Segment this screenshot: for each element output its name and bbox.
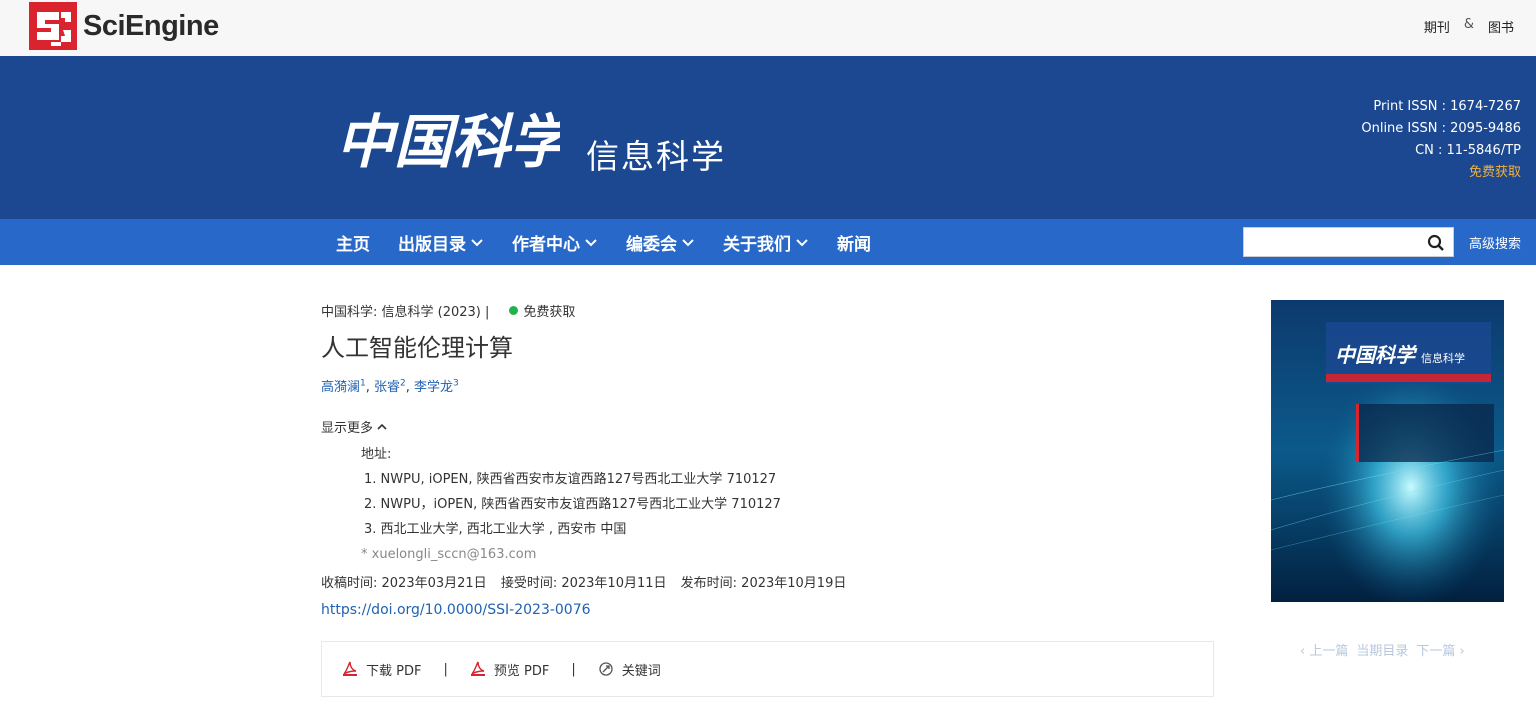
- chevron-down-icon: [471, 239, 483, 247]
- advanced-search-link[interactable]: 高级搜索: [1469, 233, 1521, 252]
- search-input[interactable]: [1244, 228, 1424, 256]
- preview-pdf-label: 预览 PDF: [493, 663, 550, 679]
- issue-nav: ‹ 上一篇 当期目录 下一篇 ›: [1300, 640, 1465, 659]
- nav-news[interactable]: 新闻: [837, 230, 871, 255]
- article-toolbar: 下载 PDF | 预览 PDF | 关键词: [321, 641, 1214, 697]
- chevron-down-icon: [796, 239, 808, 247]
- nav-catalog[interactable]: 出版目录: [398, 230, 484, 255]
- toolbar-separator: |: [571, 661, 576, 677]
- prev-article-link[interactable]: ‹ 上一篇: [1300, 640, 1348, 659]
- nav-about-label: 关于我们: [723, 234, 791, 255]
- published-date: 发布时间: 2023年10月19日: [680, 576, 847, 591]
- search-box: [1243, 227, 1454, 257]
- doi-link[interactable]: https://doi.org/10.0000/SSI-2023-0076: [321, 602, 591, 618]
- keywords-label: 关键词: [621, 663, 661, 679]
- brand-name: SciEngine: [83, 9, 219, 42]
- nav-about[interactable]: 关于我们: [723, 230, 809, 255]
- nav-home-label: 主页: [336, 234, 370, 255]
- nav-home[interactable]: 主页: [336, 230, 370, 255]
- next-article-link[interactable]: 下一篇 ›: [1416, 640, 1464, 659]
- chevron-down-icon: [682, 239, 694, 247]
- article-title: 人工智能伦理计算: [321, 334, 513, 362]
- received-date: 收稿时间: 2023年03月21日: [321, 576, 487, 591]
- journal-banner: 中国科学 信息科学 Print ISSN : 1674-7267 Online …: [0, 56, 1536, 219]
- cover-subtitle: 信息科学: [1421, 351, 1465, 365]
- links-separator: &: [1463, 17, 1474, 32]
- affiliation-block: 地址: 1. NWPU, iOPEN, 陕西省西安市友谊西路127号西北工业大学…: [361, 442, 781, 567]
- corresponding-email: * xuelongli_sccn@163.com: [361, 547, 537, 562]
- author-list: 高漪澜1, 张睿2, 李学龙3: [321, 378, 459, 395]
- nav-authors[interactable]: 作者中心: [512, 230, 598, 255]
- toolbar-separator: |: [443, 661, 448, 677]
- affiliation-item: 2. NWPU，iOPEN, 陕西省西安市友谊西路127号西北工业大学 7101…: [364, 497, 781, 512]
- top-links: 期刊 & 图书: [1424, 17, 1514, 36]
- cn-number: CN : 11-5846/TP: [1415, 143, 1521, 158]
- search-icon[interactable]: [1427, 234, 1445, 252]
- cover-title: 中国科学: [1335, 343, 1418, 367]
- preview-pdf-button[interactable]: 预览 PDF: [470, 660, 549, 679]
- author-link[interactable]: 高漪澜: [321, 380, 360, 395]
- journals-link[interactable]: 期刊: [1424, 17, 1450, 36]
- nav-catalog-label: 出版目录: [398, 234, 466, 255]
- article-dates: 收稿时间: 2023年03月21日 接受时间: 2023年10月11日 发布时间…: [321, 572, 856, 591]
- open-access-dot-icon: [509, 306, 519, 315]
- journal-crumb: 中国科学: 信息科学 (2023) | 免费获取: [321, 301, 575, 320]
- keyword-tag-icon: [599, 662, 613, 676]
- show-more-label: 显示更多: [321, 421, 374, 436]
- print-issn: Print ISSN : 1674-7267: [1373, 99, 1521, 114]
- nav-editorial-board[interactable]: 编委会: [626, 230, 695, 255]
- sciengine-logo-icon: [29, 2, 77, 50]
- show-more-toggle[interactable]: 显示更多: [321, 417, 388, 436]
- current-issue-link[interactable]: 当期目录: [1356, 640, 1408, 659]
- chevron-up-icon: [377, 423, 387, 430]
- affiliation-item: 1. NWPU, iOPEN, 陕西省西安市友谊西路127号西北工业大学 710…: [364, 472, 777, 487]
- open-access-label: 免费获取: [523, 305, 576, 320]
- keywords-button[interactable]: 关键词: [598, 660, 661, 679]
- journal-citation: 中国科学: 信息科学 (2023) |: [321, 305, 490, 320]
- accepted-date: 接受时间: 2023年10月11日: [500, 576, 667, 591]
- nav-editorial-board-label: 编委会: [626, 234, 677, 255]
- nav-news-label: 新闻: [837, 234, 871, 255]
- pdf-icon: [470, 661, 485, 676]
- books-link[interactable]: 图书: [1488, 17, 1514, 36]
- top-bar: SciEngine 期刊 & 图书: [0, 0, 1536, 56]
- journal-cover-image[interactable]: 中国科学 信息科学: [1271, 300, 1504, 602]
- nav-authors-label: 作者中心: [512, 234, 580, 255]
- issn-info: Print ISSN : 1674-7267 Online ISSN : 209…: [1361, 96, 1521, 184]
- journal-calligraphy-logo[interactable]: 中国科学: [336, 100, 560, 180]
- pdf-icon: [343, 661, 357, 676]
- author-link[interactable]: 李学龙: [414, 380, 453, 395]
- download-pdf-label: 下载 PDF: [366, 663, 422, 679]
- online-issn: Online ISSN : 2095-9486: [1361, 121, 1521, 136]
- download-pdf-button[interactable]: 下载 PDF: [342, 660, 421, 679]
- free-access-link[interactable]: 免费获取: [1361, 162, 1521, 184]
- address-label: 地址:: [361, 447, 392, 462]
- journal-subtitle: 信息科学: [586, 137, 726, 176]
- affiliation-item: 3. 西北工业大学, 西北工业大学 , 西安市 中国: [364, 522, 627, 537]
- author-aff: 3: [453, 378, 459, 389]
- nav-items: 主页 出版目录 作者中心 编委会 关于我们 新闻: [336, 219, 899, 265]
- sciengine-logo[interactable]: SciEngine: [29, 2, 219, 50]
- calligraphy-text: 中国科学: [336, 108, 560, 176]
- chevron-down-icon: [585, 239, 597, 247]
- author-link[interactable]: 张睿: [374, 380, 400, 395]
